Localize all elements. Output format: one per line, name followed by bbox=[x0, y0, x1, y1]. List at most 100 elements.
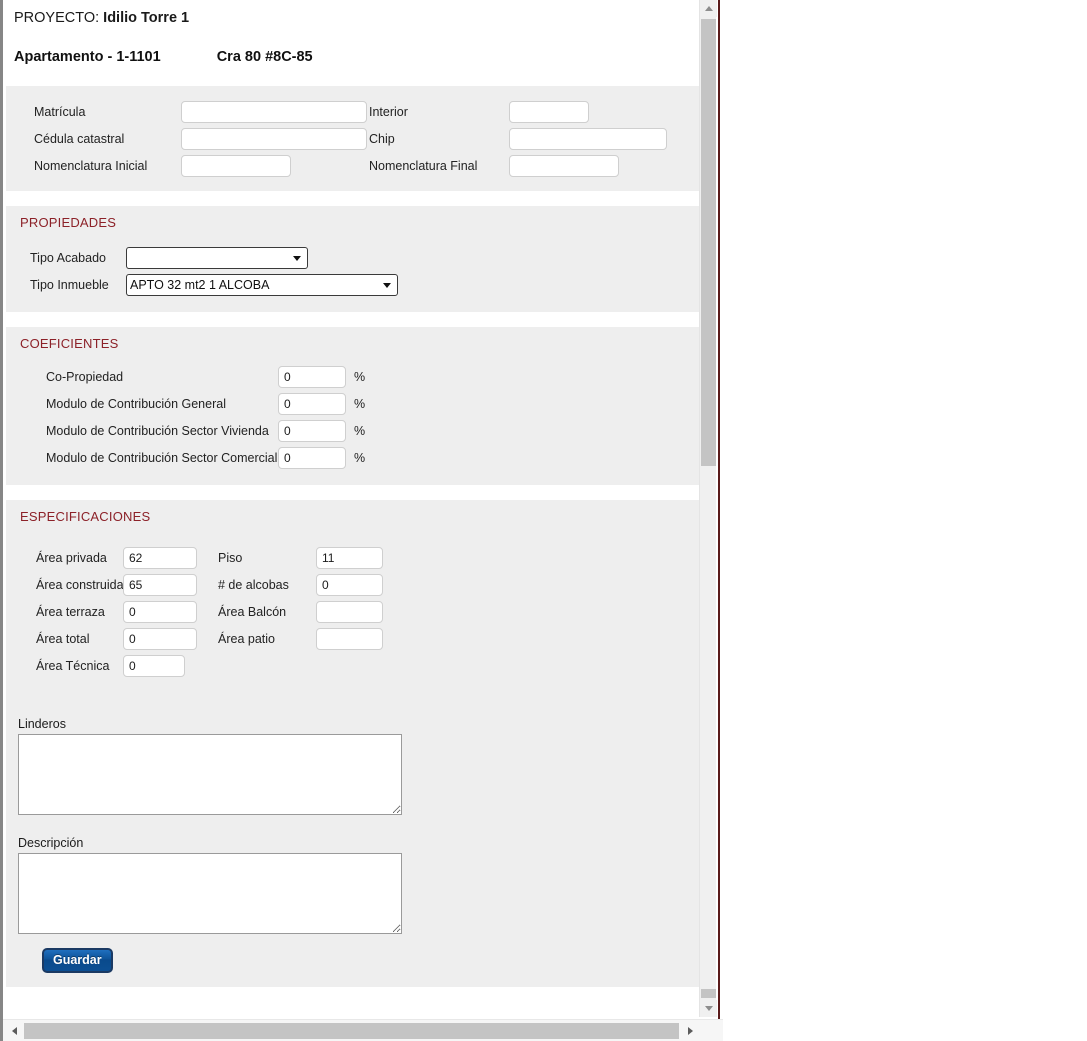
linderos-textarea[interactable] bbox=[18, 734, 402, 815]
row-area-privada: Área privada Piso bbox=[6, 544, 702, 571]
panel-gap-3 bbox=[6, 485, 702, 500]
coeficientes-panel: COEFICIENTES Co-Propiedad % Modulo de Co… bbox=[6, 327, 702, 485]
triangle-left-icon bbox=[12, 1026, 17, 1035]
percent-sign: % bbox=[354, 450, 366, 465]
row-area-terraza: Área terraza Área Balcón bbox=[6, 598, 702, 625]
matricula-input[interactable] bbox=[181, 100, 367, 123]
especificaciones-body: Área privada Piso Área construida # de a… bbox=[6, 530, 702, 693]
row-modulo-vivienda: Modulo de Contribución Sector Vivienda % bbox=[6, 417, 702, 444]
project-line: PROYECTO: Idilio Torre 1 bbox=[14, 8, 702, 28]
vertical-scrollbar-thumb-lower[interactable] bbox=[701, 989, 716, 998]
unit-identifier: Apartamento - 1-1101 bbox=[14, 49, 161, 65]
row-copropiedad: Co-Propiedad % bbox=[6, 363, 702, 390]
tipo-acabado-select-wrap bbox=[126, 246, 308, 269]
tipo-inmueble-select-wrap: APTO 32 mt2 1 ALCOBA bbox=[126, 273, 398, 296]
modulo-vivienda-label: Modulo de Contribución Sector Vivienda bbox=[46, 423, 269, 438]
vertical-scrollbar-thumb[interactable] bbox=[701, 19, 716, 466]
area-privada-label: Área privada bbox=[36, 550, 107, 565]
row-nomenclatura: Nomenclatura Inicial Nomenclatura Final bbox=[6, 152, 702, 179]
chip-input[interactable] bbox=[509, 127, 667, 150]
identification-panel: Matrícula Interior Cédula catastral Chip bbox=[6, 86, 702, 191]
interior-input[interactable] bbox=[509, 100, 589, 123]
area-patio-label: Área patio bbox=[218, 631, 275, 646]
scroll-left-arrow-button[interactable] bbox=[6, 1022, 23, 1039]
area-privada-input[interactable] bbox=[123, 546, 197, 569]
nomenclatura-inicial-label: Nomenclatura Inicial bbox=[34, 158, 148, 173]
descripcion-spacer bbox=[6, 815, 702, 836]
tipo-inmueble-label: Tipo Inmueble bbox=[30, 277, 109, 292]
project-label: PROYECTO: bbox=[14, 10, 100, 26]
cedula-catastral-field-cell bbox=[181, 127, 369, 150]
piso-input[interactable] bbox=[316, 546, 383, 569]
area-patio-input[interactable] bbox=[316, 627, 383, 650]
scroll-up-arrow-button[interactable] bbox=[700, 0, 717, 17]
area-construida-input[interactable] bbox=[123, 573, 197, 596]
propiedades-panel: PROPIEDADES Tipo Acabado Tipo Inmueble A… bbox=[6, 206, 702, 312]
especificaciones-panel: ESPECIFICACIONES Área privada Piso Área … bbox=[6, 500, 702, 987]
vertical-scrollbar[interactable] bbox=[699, 0, 717, 1017]
area-tecnica-label: Área Técnica bbox=[36, 658, 110, 673]
nomenclatura-final-label: Nomenclatura Final bbox=[369, 158, 478, 173]
project-name: Idilio Torre 1 bbox=[103, 10, 190, 26]
form-scroll-content: PROYECTO: Idilio Torre 1 Apartamento - 1… bbox=[6, 0, 702, 1017]
interior-label: Interior bbox=[369, 104, 408, 119]
propiedades-body: Tipo Acabado Tipo Inmueble APTO 32 mt2 1… bbox=[6, 236, 702, 312]
scroll-right-arrow-button[interactable] bbox=[682, 1022, 699, 1039]
area-balcon-input[interactable] bbox=[316, 600, 383, 623]
row-modulo-general: Modulo de Contribución General % bbox=[6, 390, 702, 417]
copropiedad-label: Co-Propiedad bbox=[46, 369, 124, 384]
tipo-inmueble-select[interactable]: APTO 32 mt2 1 ALCOBA bbox=[126, 273, 398, 296]
row-area-total: Área total Área patio bbox=[6, 625, 702, 652]
horizontal-scrollbar-thumb[interactable] bbox=[24, 1023, 679, 1039]
triangle-right-icon bbox=[688, 1026, 693, 1035]
tipo-acabado-label: Tipo Acabado bbox=[30, 250, 106, 265]
descripcion-label: Descripción bbox=[18, 836, 84, 850]
interior-field-cell bbox=[509, 100, 589, 123]
modulo-general-input[interactable] bbox=[278, 392, 346, 415]
percent-sign: % bbox=[354, 369, 366, 384]
nomenclatura-final-input[interactable] bbox=[509, 154, 619, 177]
area-terraza-input[interactable] bbox=[123, 600, 197, 623]
row-area-tecnica: Área Técnica bbox=[6, 652, 702, 679]
modulo-comercial-label: Modulo de Contribución Sector Comercial bbox=[46, 450, 278, 465]
row-area-construida: Área construida # de alcobas bbox=[6, 571, 702, 598]
coeficientes-heading: COEFICIENTES bbox=[20, 336, 119, 351]
descripcion-textarea[interactable] bbox=[18, 853, 402, 934]
area-total-input[interactable] bbox=[123, 627, 197, 650]
nomenclatura-inicial-input[interactable] bbox=[181, 154, 291, 177]
row-matricula: Matrícula Interior bbox=[6, 98, 702, 125]
scroll-down-arrow-button[interactable] bbox=[700, 1000, 717, 1017]
cedula-catastral-input[interactable] bbox=[181, 127, 367, 150]
embedded-form-frame: PROYECTO: Idilio Torre 1 Apartamento - 1… bbox=[0, 0, 723, 1041]
modulo-general-label: Modulo de Contribución General bbox=[46, 396, 226, 411]
percent-sign: % bbox=[354, 396, 366, 411]
row-tipo-acabado: Tipo Acabado bbox=[6, 244, 702, 271]
tipo-acabado-select[interactable] bbox=[126, 246, 308, 269]
modulo-vivienda-input[interactable] bbox=[278, 419, 346, 442]
cedula-catastral-label: Cédula catastral bbox=[34, 131, 125, 146]
row-cedula-catastral: Cédula catastral Chip bbox=[6, 125, 702, 152]
matricula-label: Matrícula bbox=[34, 104, 86, 119]
chip-field-cell bbox=[509, 127, 667, 150]
nomenclatura-inicial-field-cell bbox=[181, 154, 369, 177]
form-header: PROYECTO: Idilio Torre 1 Apartamento - 1… bbox=[6, 0, 702, 67]
modulo-comercial-input[interactable] bbox=[278, 446, 346, 469]
area-construida-label: Área construida bbox=[36, 577, 124, 592]
area-terraza-label: Área terraza bbox=[36, 604, 105, 619]
area-tecnica-input[interactable] bbox=[123, 654, 185, 677]
chip-label: Chip bbox=[369, 131, 395, 146]
piso-label: Piso bbox=[218, 550, 243, 565]
linderos-label: Linderos bbox=[18, 717, 66, 731]
num-alcobas-label: # de alcobas bbox=[218, 577, 289, 592]
unit-address: Cra 80 #8C-85 bbox=[216, 49, 313, 65]
triangle-up-icon bbox=[704, 6, 713, 11]
panel-gap-2 bbox=[6, 312, 702, 327]
triangle-down-icon bbox=[704, 1006, 713, 1011]
horizontal-scrollbar[interactable] bbox=[3, 1019, 723, 1041]
linderos-spacer bbox=[6, 693, 702, 717]
save-button[interactable]: Guardar bbox=[42, 948, 113, 973]
row-tipo-inmueble: Tipo Inmueble APTO 32 mt2 1 ALCOBA bbox=[6, 271, 702, 298]
header-spacer bbox=[6, 67, 702, 86]
copropiedad-input[interactable] bbox=[278, 365, 346, 388]
num-alcobas-input[interactable] bbox=[316, 573, 383, 596]
